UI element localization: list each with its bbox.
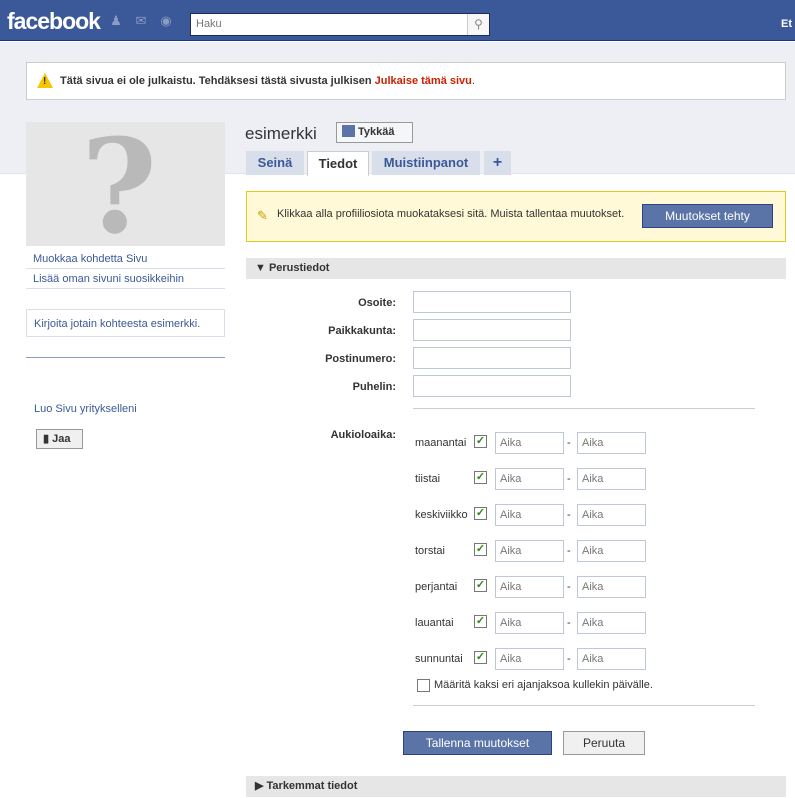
tuesday-open-time[interactable]: Aika (495, 468, 564, 490)
two-periods-checkbox[interactable] (417, 679, 430, 692)
thursday-close-time[interactable]: Aika (577, 540, 646, 562)
home-link[interactable]: Et (781, 18, 792, 30)
save-changes-button[interactable]: Tallenna muutokset (403, 731, 552, 755)
city-input[interactable] (413, 319, 571, 341)
basic-info-header[interactable]: ▼ Perustiedot (246, 258, 786, 279)
like-label: Tykkää (358, 126, 395, 138)
city-label: Paikkakunta: (328, 325, 396, 337)
sunday-checkbox[interactable]: ✓ (474, 651, 487, 664)
saturday-close-time[interactable]: Aika (577, 612, 646, 634)
edit-page-link[interactable]: Muokkaa kohdetta Sivu (26, 249, 225, 269)
tab-notes[interactable]: Muistiinpanot (372, 151, 480, 175)
postal-code-input[interactable] (413, 347, 571, 369)
wednesday-open-time[interactable]: Aika (495, 504, 564, 526)
opening-hours-label: Aukioloaika: (330, 429, 396, 441)
tuesday-close-time[interactable]: Aika (577, 468, 646, 490)
changes-done-button[interactable]: Muutokset tehty (642, 204, 773, 228)
sunday-close-time[interactable]: Aika (577, 648, 646, 670)
phone-input[interactable] (413, 375, 571, 397)
friend-requests-icon[interactable]: ♟ (108, 14, 124, 28)
time-dash: - (567, 581, 571, 593)
sunday-open-time[interactable]: Aika (495, 648, 564, 670)
profile-picture-placeholder[interactable]: ? (26, 110, 225, 263)
monday-close-time[interactable]: Aika (577, 432, 646, 454)
tuesday-checkbox[interactable]: ✓ (474, 471, 487, 484)
search-box[interactable]: ⚲ (190, 13, 490, 36)
time-dash: - (567, 509, 571, 521)
time-dash: - (567, 437, 571, 449)
add-to-favorites-link[interactable]: Lisää oman sivuni suosikkeihin (26, 269, 225, 289)
facebook-logo[interactable]: facebook (7, 8, 101, 35)
share-button[interactable]: ▮ Jaa (36, 429, 83, 449)
wednesday-checkbox[interactable]: ✓ (474, 507, 487, 520)
day-label-thursday: torstai (415, 545, 445, 557)
thumbs-up-icon (342, 125, 355, 137)
friday-checkbox[interactable]: ✓ (474, 579, 487, 592)
edit-info-box: ✎ Klikkaa alla profiiliosiota muokatakse… (246, 191, 786, 242)
unpublished-notice: ! Tätä sivua ei ole julkaistu. Tehdäkses… (26, 62, 786, 100)
day-label-monday: maanantai (415, 437, 467, 449)
saturday-open-time[interactable]: Aika (495, 612, 564, 634)
messages-icon[interactable]: ✉ (133, 14, 149, 28)
notice-text: Tätä sivua ei ole julkaistu. Tehdäksesi … (60, 75, 475, 87)
tab-info[interactable]: Tiedot (307, 151, 369, 176)
left-divider (26, 357, 225, 358)
share-icon: ▮ (43, 433, 50, 445)
notifications-globe-icon[interactable]: ◉ (158, 14, 174, 28)
cancel-button[interactable]: Peruuta (563, 731, 645, 755)
time-dash: - (567, 473, 571, 485)
wednesday-close-time[interactable]: Aika (577, 504, 646, 526)
saturday-checkbox[interactable]: ✓ (474, 615, 487, 628)
create-page-link[interactable]: Luo Sivu yritykselleni (34, 403, 137, 415)
edit-info-text: Klikkaa alla profiiliosiota muokataksesi… (277, 208, 625, 220)
notice-message: Tätä sivua ei ole julkaistu. Tehdäksesi … (60, 75, 372, 87)
form-divider (413, 408, 755, 409)
question-mark-icon: ? (81, 110, 158, 263)
more-details-header[interactable]: ▶ Tarkemmat tiedot (246, 776, 786, 797)
page-title: esimerkki (245, 124, 317, 143)
like-button[interactable]: Tykkää (336, 122, 413, 143)
phone-label: Puhelin: (352, 381, 396, 393)
warning-icon: ! (37, 73, 53, 88)
day-label-friday: perjantai (415, 581, 458, 593)
notice-end: . (471, 75, 475, 87)
tab-add[interactable]: + (484, 151, 511, 175)
publish-page-link[interactable]: Julkaise tämä sivu (375, 75, 472, 87)
address-label: Osoite: (358, 297, 396, 309)
time-dash: - (567, 617, 571, 629)
time-dash: - (567, 545, 571, 557)
time-dash: - (567, 653, 571, 665)
thursday-checkbox[interactable]: ✓ (474, 543, 487, 556)
thursday-open-time[interactable]: Aika (495, 540, 564, 562)
search-icon[interactable]: ⚲ (467, 14, 489, 35)
day-label-saturday: lauantai (415, 617, 454, 629)
friday-close-time[interactable]: Aika (577, 576, 646, 598)
form-divider (413, 705, 755, 706)
friday-open-time[interactable]: Aika (495, 576, 564, 598)
tab-wall[interactable]: Seinä (246, 151, 304, 175)
pencil-icon: ✎ (257, 208, 268, 223)
postal-code-label: Postinumero: (325, 353, 396, 365)
share-label: Jaa (52, 433, 71, 445)
day-label-sunday: sunnuntai (415, 653, 463, 665)
two-periods-label: Määritä kaksi eri ajanjaksoa kullekin pä… (434, 679, 653, 691)
day-label-wednesday: keskiviikko (415, 509, 468, 521)
day-label-tuesday: tiistai (415, 473, 441, 485)
write-something-box[interactable]: Kirjoita jotain kohteesta esimerkki. (26, 309, 225, 337)
monday-open-time[interactable]: Aika (495, 432, 564, 454)
search-input[interactable] (191, 14, 461, 34)
monday-checkbox[interactable]: ✓ (474, 435, 487, 448)
address-input[interactable] (413, 291, 571, 313)
